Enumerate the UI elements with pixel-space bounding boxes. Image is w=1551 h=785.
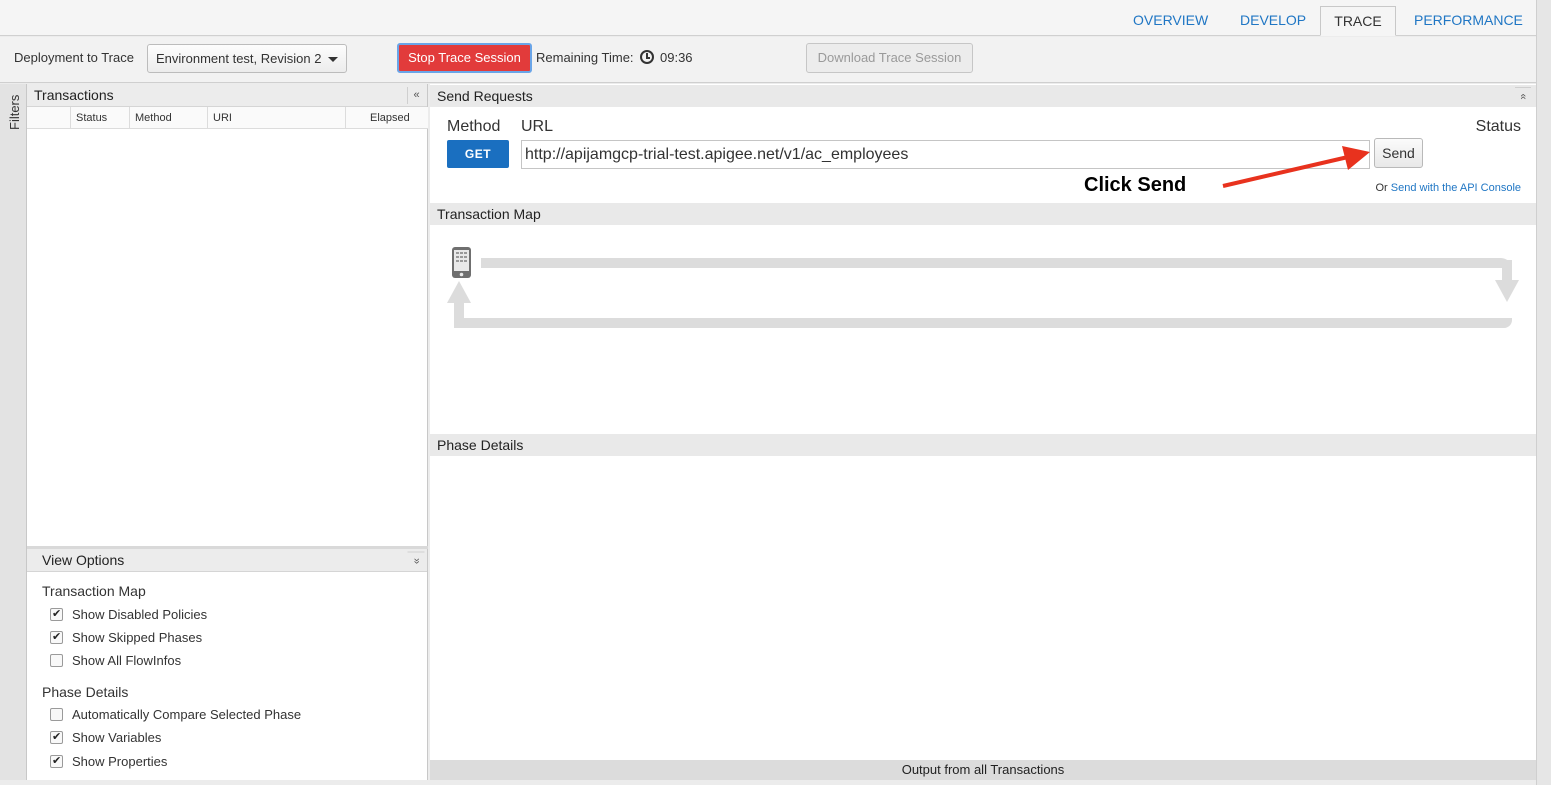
checkbox[interactable] [50, 730, 63, 744]
option-label: Show Disabled Policies [72, 606, 208, 622]
option-show-variables[interactable]: Show Variables [50, 728, 161, 746]
trace-toolbar: Deployment to Trace Environment test, Re… [0, 37, 1536, 83]
collapse-left-icon[interactable]: « [407, 87, 425, 104]
tab-overview[interactable]: OVERVIEW [1119, 6, 1222, 36]
checkbox[interactable] [50, 653, 63, 667]
transactions-header: Transactions « [27, 84, 427, 107]
deployment-label: Deployment to Trace [14, 50, 134, 65]
clock-icon [640, 50, 654, 64]
tab-performance[interactable]: PERFORMANCE [1400, 6, 1537, 36]
filters-label: Filters [7, 94, 22, 130]
method-label: Method [447, 118, 501, 135]
click-send-annotation: Click Send [1084, 174, 1187, 196]
option-compare-selected-phase[interactable]: Automatically Compare Selected Phase [50, 705, 301, 723]
stop-trace-session-button[interactable]: Stop Trace Session [397, 43, 532, 73]
column-header-status[interactable]: Status [71, 107, 130, 129]
deployment-select-value: Environment test, Revision 2 [156, 51, 322, 66]
transactions-title: Transactions [34, 87, 114, 103]
option-label: Automatically Compare Selected Phase [72, 706, 302, 722]
option-show-disabled-policies[interactable]: Show Disabled Policies [50, 605, 207, 623]
view-options-panel: View Options » Transaction Map Show Disa… [27, 549, 428, 780]
flow-response-line [454, 318, 1512, 328]
phase-details-title: Phase Details [437, 437, 524, 453]
tab-trace[interactable]: TRACE [1320, 6, 1396, 36]
option-show-properties[interactable]: Show Properties [50, 752, 167, 770]
remaining-time-value: 09:36 [660, 50, 693, 65]
view-options-section-title: Phase Details [42, 684, 129, 700]
checkbox[interactable] [50, 707, 63, 721]
column-header-elapsed[interactable]: Elapsed [346, 107, 428, 129]
checkbox[interactable] [50, 607, 63, 621]
remaining-time-label: Remaining Time: [536, 50, 634, 65]
status-label: Status [1475, 118, 1521, 135]
chevron-down-icon [328, 57, 338, 62]
transaction-map-header: Transaction Map [430, 203, 1536, 225]
column-header-uri[interactable]: URI [208, 107, 346, 129]
arrow-up-icon [447, 281, 471, 303]
option-label: Show Variables [72, 729, 162, 745]
option-show-skipped-phases[interactable]: Show Skipped Phases [50, 628, 202, 646]
trace-main-panel: Send Requests « Method URL Status GET ht… [430, 84, 1536, 780]
option-label: Show All FlowInfos [72, 652, 182, 668]
window-scrollbar[interactable] [1536, 0, 1551, 785]
output-from-all-transactions-bar[interactable]: Output from all Transactions [430, 760, 1536, 780]
mobile-device-icon [452, 247, 471, 278]
checkbox[interactable] [50, 630, 63, 644]
tab-develop[interactable]: DEVELOP [1226, 6, 1320, 36]
download-trace-session-button[interactable]: Download Trace Session [806, 43, 973, 73]
top-tab-bar: OVERVIEW DEVELOP TRACE PERFORMANCE [0, 0, 1536, 36]
collapse-down-icon[interactable]: » [407, 551, 425, 570]
option-label: Show Skipped Phases [72, 629, 203, 645]
annotation-arrow-icon [1222, 146, 1370, 188]
phase-details-header: Phase Details [430, 434, 1536, 456]
arrow-down-icon [1495, 280, 1519, 302]
filters-sidebar[interactable]: Filters [0, 84, 27, 780]
send-requests-header: Send Requests « [430, 85, 1536, 107]
view-options-section-title: Transaction Map [42, 583, 146, 599]
column-header-method[interactable]: Method [130, 107, 208, 129]
send-button[interactable]: Send [1374, 138, 1423, 168]
option-label: Show Properties [72, 753, 168, 769]
transaction-map-title: Transaction Map [437, 206, 541, 222]
column-header-select[interactable] [27, 107, 71, 129]
or-send-console: Or Send with the API Console [1375, 182, 1521, 194]
send-with-api-console-link[interactable]: Send with the API Console [1391, 182, 1521, 194]
send-requests-title: Send Requests [437, 88, 533, 104]
transactions-panel: Transactions « Status Method URI Elapsed [27, 84, 428, 546]
collapse-up-icon[interactable]: « [1515, 87, 1531, 105]
checkbox[interactable] [50, 754, 63, 768]
view-options-title: View Options [42, 552, 125, 568]
deployment-select[interactable]: Environment test, Revision 2 [147, 44, 347, 73]
method-select-button[interactable]: GET [447, 140, 509, 168]
flow-connector [454, 300, 464, 328]
or-text: Or [1375, 182, 1388, 194]
option-show-all-flowinfos[interactable]: Show All FlowInfos [50, 651, 181, 669]
view-options-header: View Options » [27, 549, 427, 572]
url-label: URL [521, 118, 554, 135]
flow-request-line [481, 258, 1511, 268]
